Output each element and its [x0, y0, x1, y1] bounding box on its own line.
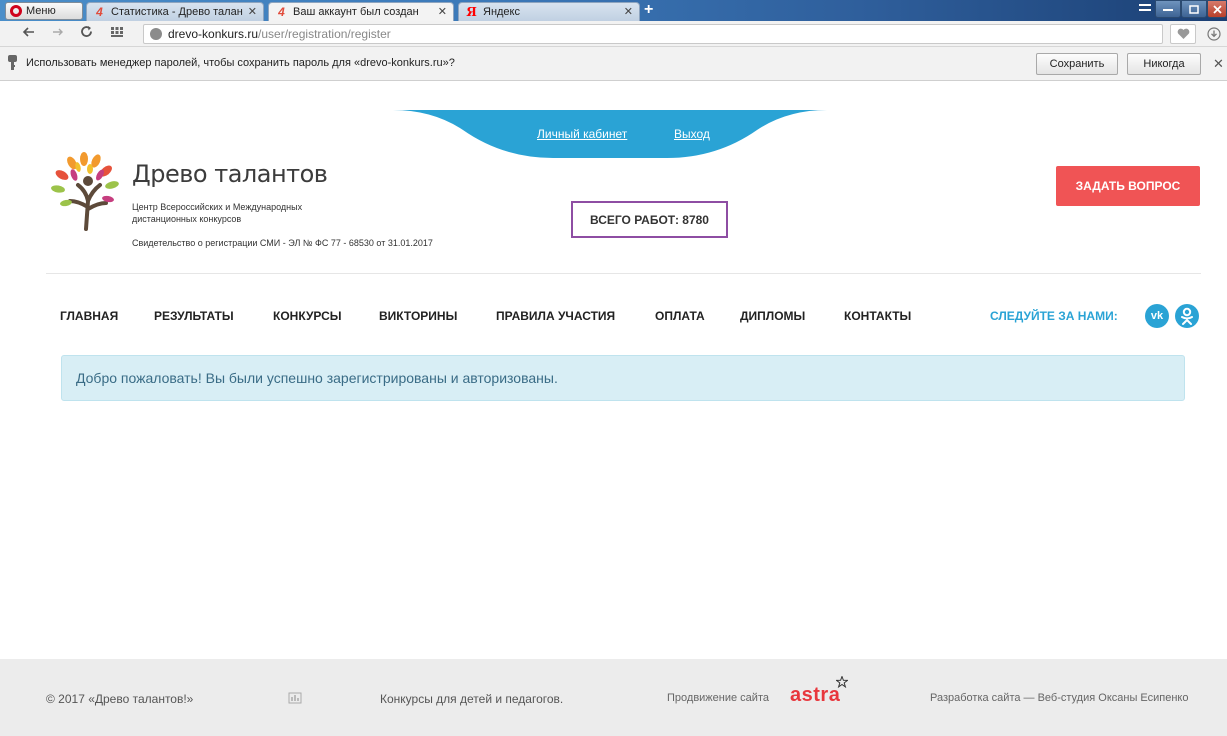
password-manager-panel: Использовать менеджер паролей, чтобы сох… [0, 47, 1227, 81]
nav-item-quizzes[interactable]: ВИКТОРИНЫ [379, 309, 457, 323]
url-path: /user/registration/register [258, 27, 391, 41]
header-divider [46, 273, 1201, 274]
total-works-counter: ВСЕГО РАБОТ: 8780 [571, 201, 728, 238]
back-arrow-icon[interactable] [22, 25, 35, 41]
media-certificate-text: Свидетельство о регистрации СМИ - ЭЛ № Ф… [132, 238, 433, 248]
address-bar-row: drevo-konkurs.ru/user/registration/regis… [0, 21, 1227, 47]
alert-message: Добро пожаловать! Вы были успешно зареги… [76, 370, 558, 386]
speed-dial-grid-icon[interactable] [111, 25, 123, 41]
reload-icon[interactable] [80, 25, 93, 41]
save-password-button[interactable]: Сохранить [1036, 53, 1118, 75]
nav-item-rules[interactable]: ПРАВИЛА УЧАСТИЯ [496, 309, 615, 323]
browser-tab-yandex[interactable]: Я Яндекс ✕ [458, 2, 640, 21]
site-name-title[interactable]: Древо талантов [132, 160, 328, 188]
site-info-globe-icon[interactable] [150, 28, 162, 40]
vk-icon[interactable]: vk [1145, 304, 1169, 328]
drevo-logo-icon: 4 [278, 5, 285, 19]
opera-logo-icon [10, 5, 22, 17]
follow-us-label: СЛЕДУЙТЕ ЗА НАМИ: [990, 309, 1118, 323]
password-prompt-text: Использовать менеджер паролей, чтобы сох… [26, 57, 455, 69]
browser-menu-button[interactable]: Меню [5, 2, 83, 20]
url-host: drevo-konkurs.ru [168, 27, 259, 41]
browser-menu-label: Меню [26, 5, 56, 17]
never-save-button[interactable]: Никогда [1127, 53, 1201, 75]
close-tab-icon[interactable]: ✕ [438, 5, 447, 18]
browser-tab-statistics[interactable]: 4 Статистика - Древо талан ✕ [86, 2, 264, 21]
close-window-icon[interactable] [1207, 0, 1227, 18]
tab-title: Статистика - Древо талан [111, 6, 243, 18]
personal-cabinet-link[interactable]: Личный кабинет [537, 127, 627, 141]
nav-item-home[interactable]: ГЛАВНАЯ [60, 309, 118, 323]
nav-item-contests[interactable]: КОНКУРСЫ [273, 309, 342, 323]
tab-title: Ваш аккаунт был создан [293, 6, 419, 18]
odnoklassniki-icon[interactable] [1175, 304, 1199, 328]
yandex-icon: Я [466, 5, 477, 19]
close-tab-icon[interactable]: ✕ [248, 5, 257, 18]
key-icon [8, 55, 17, 70]
footer-copyright: © 2017 «Древо талантов!» [46, 692, 194, 706]
new-tab-plus-icon[interactable]: + [644, 1, 653, 19]
site-subtitle: Центр Всероссийских и Международных дист… [132, 202, 303, 224]
astra-star-icon [835, 675, 849, 691]
footer-counter-icon[interactable] [288, 692, 302, 707]
bookmark-heart-icon[interactable] [1170, 24, 1196, 44]
downloads-icon[interactable] [1201, 24, 1227, 44]
drevo-logo-icon: 4 [96, 5, 103, 19]
tab-title: Яндекс [483, 6, 520, 18]
site-footer: © 2017 «Древо талантов!» Конкурсы для де… [0, 659, 1227, 736]
nav-item-diplomas[interactable]: ДИПЛОМЫ [740, 309, 805, 323]
close-password-bar-icon[interactable]: ✕ [1213, 56, 1224, 72]
logout-link[interactable]: Выход [674, 127, 710, 141]
browser-tab-account-created[interactable]: 4 Ваш аккаунт был создан ✕ [268, 2, 454, 21]
footer-tagline: Конкурсы для детей и педагогов. [380, 692, 564, 706]
drevo-tree-logo-icon[interactable] [48, 151, 128, 231]
ask-question-button[interactable]: ЗАДАТЬ ВОПРОС [1056, 166, 1200, 206]
footer-promo-label: Продвижение сайта [667, 692, 769, 704]
password-manager-bar: Использовать менеджер паролей, чтобы сох… [0, 47, 1227, 96]
footer-developer-credit[interactable]: Разработка сайта — Веб-студия Оксаны Еси… [930, 692, 1188, 704]
nav-item-contacts[interactable]: КОНТАКТЫ [844, 309, 911, 323]
forward-arrow-icon[interactable] [52, 25, 64, 41]
close-tab-icon[interactable]: ✕ [624, 5, 633, 18]
url-input[interactable]: drevo-konkurs.ru/user/registration/regis… [143, 24, 1163, 44]
nav-item-payment[interactable]: ОПЛАТА [655, 309, 705, 323]
maximize-window-icon[interactable] [1181, 0, 1207, 18]
browser-tab-bar: Меню 4 Статистика - Древо талан ✕ 4 Ваш … [0, 0, 1227, 21]
registration-success-alert: Добро пожаловать! Вы были успешно зареги… [61, 355, 1185, 401]
nav-item-results[interactable]: РЕЗУЛЬТАТЫ [154, 309, 234, 323]
minimize-window-icon[interactable] [1155, 0, 1181, 18]
tab-menu-icon[interactable] [1138, 2, 1152, 17]
astra-logo[interactable]: astra [790, 684, 840, 707]
